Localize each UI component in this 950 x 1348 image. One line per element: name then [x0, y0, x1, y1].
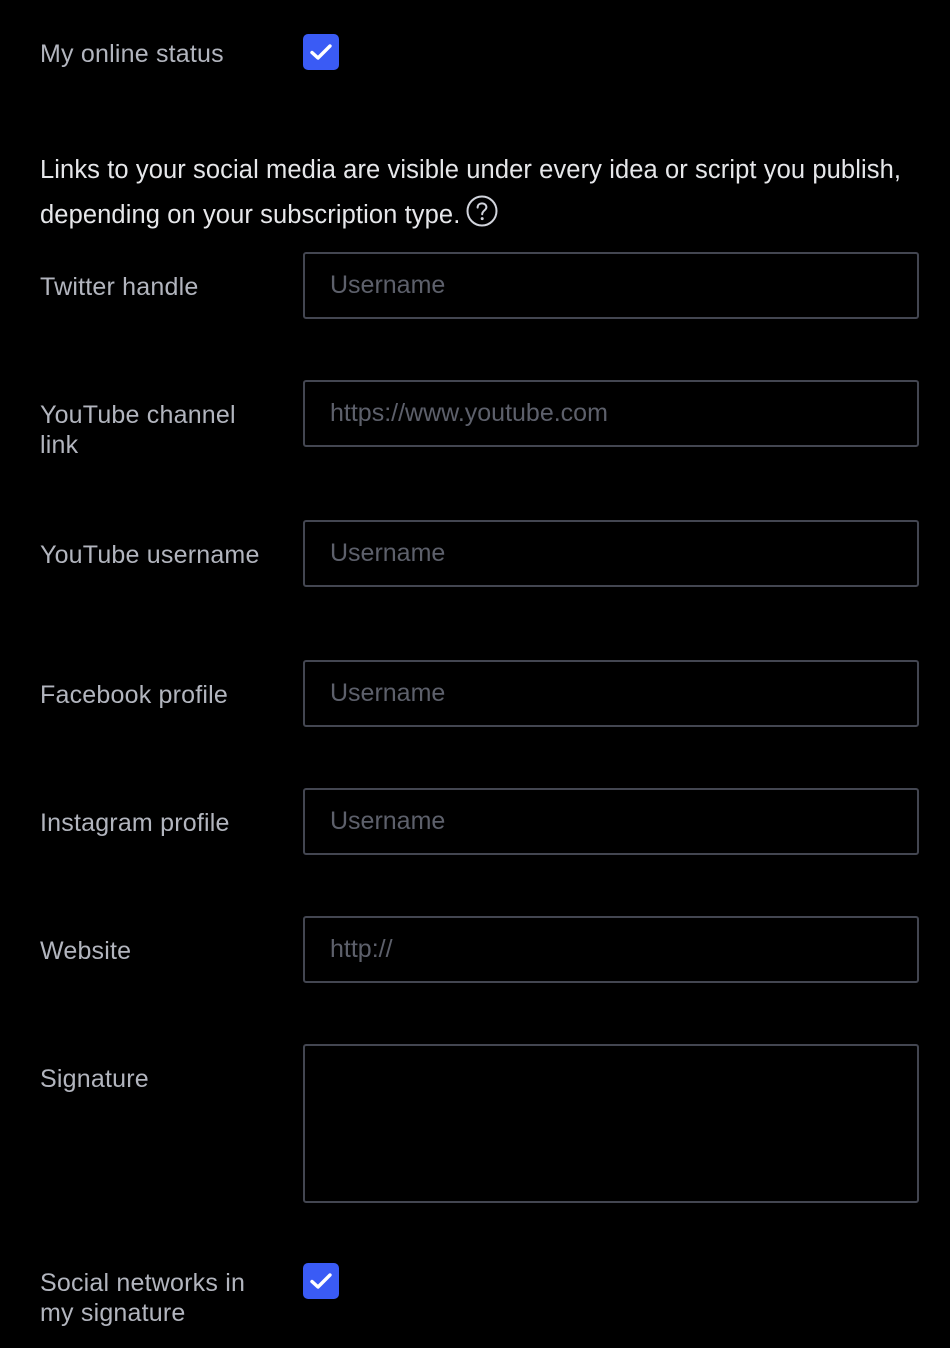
instagram-profile-input[interactable] — [303, 788, 919, 855]
checkmark-icon — [310, 1273, 332, 1289]
youtube-username-input[interactable] — [303, 520, 919, 587]
checkmark-icon — [310, 44, 332, 60]
question-circle-icon[interactable] — [466, 195, 498, 227]
social-in-signature-label: Social networks in my signature — [40, 1269, 246, 1327]
social-media-info: Links to your social media are visible u… — [40, 148, 920, 238]
facebook-profile-label: Facebook profile — [40, 681, 229, 709]
signature-textarea[interactable] — [303, 1044, 919, 1203]
youtube-channel-label: YouTube channel link — [40, 401, 236, 459]
youtube-channel-input[interactable] — [303, 380, 919, 447]
twitter-handle-input[interactable] — [303, 252, 919, 319]
facebook-profile-input[interactable] — [303, 660, 919, 727]
online-status-label: My online status — [40, 40, 224, 68]
youtube-username-label: YouTube username — [40, 541, 260, 569]
signature-label: Signature — [40, 1065, 149, 1093]
twitter-handle-label: Twitter handle — [40, 273, 199, 301]
social-in-signature-checkbox[interactable] — [303, 1263, 339, 1299]
website-label: Website — [40, 937, 132, 965]
instagram-profile-label: Instagram profile — [40, 809, 230, 837]
website-input[interactable] — [303, 916, 919, 983]
online-status-checkbox[interactable] — [303, 34, 339, 70]
